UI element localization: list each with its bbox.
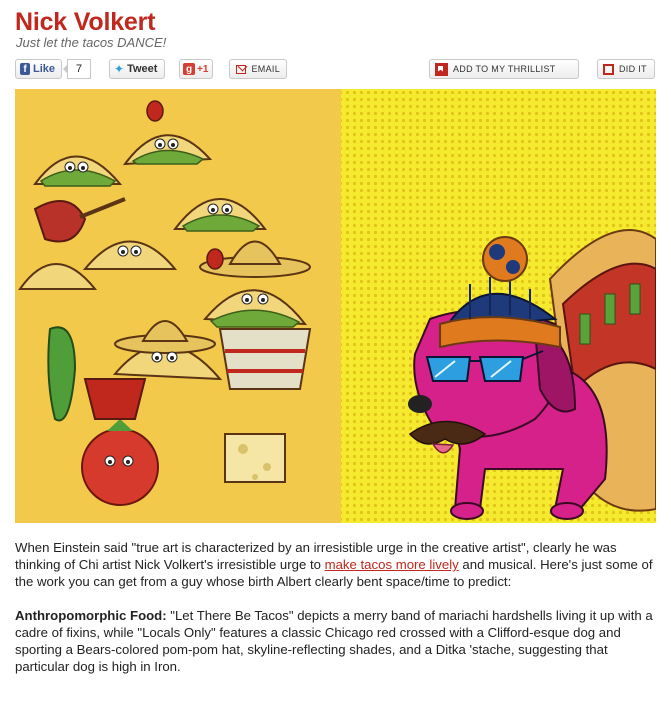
google-plus-icon: g (183, 63, 195, 75)
make-tacos-more-lively-link[interactable]: make tacos more lively (325, 557, 459, 572)
email-label: EMAIL (251, 64, 280, 74)
google-plus-label: +1 (197, 63, 209, 75)
facebook-like-label: Like (32, 63, 55, 75)
facebook-like-count: 7 (63, 59, 91, 79)
section-heading: Anthropomorphic Food: (15, 608, 167, 623)
let-there-be-tacos-artwork (15, 89, 341, 523)
artwork-image (15, 89, 656, 523)
twitter-bird-icon: ✦ (114, 62, 125, 76)
locals-only-artwork (341, 89, 656, 523)
google-plus-button[interactable]: g +1 (179, 59, 213, 79)
tweet-label: Tweet (127, 63, 158, 75)
add-to-thrillist-button[interactable]: ADD TO MY THRILLIST (429, 59, 579, 79)
article-body: When Einstein said "true art is characte… (15, 539, 657, 692)
thrillist-bookmark-icon (435, 62, 448, 76)
paragraph-intro: When Einstein said "true art is characte… (15, 539, 657, 590)
page-title: Nick Volkert (15, 8, 156, 36)
email-button[interactable]: EMAIL (229, 59, 287, 79)
paragraph-anthropomorphic-food: Anthropomorphic Food: "Let There Be Taco… (15, 607, 657, 675)
add-to-thrillist-label: ADD TO MY THRILLIST (453, 64, 556, 74)
did-it-button[interactable]: DID IT (597, 59, 655, 79)
page-subtitle: Just let the tacos DANCE! (16, 35, 167, 50)
share-bar: f Like 7 ✦ Tweet g +1 EMAIL ADD TO MY TH… (15, 59, 655, 80)
tweet-button[interactable]: ✦ Tweet (109, 59, 165, 79)
checkbox-icon (603, 63, 614, 75)
facebook-icon: f (20, 63, 30, 75)
envelope-icon (236, 64, 247, 74)
facebook-like-button[interactable]: f Like (15, 59, 62, 79)
did-it-label: DID IT (619, 64, 647, 74)
